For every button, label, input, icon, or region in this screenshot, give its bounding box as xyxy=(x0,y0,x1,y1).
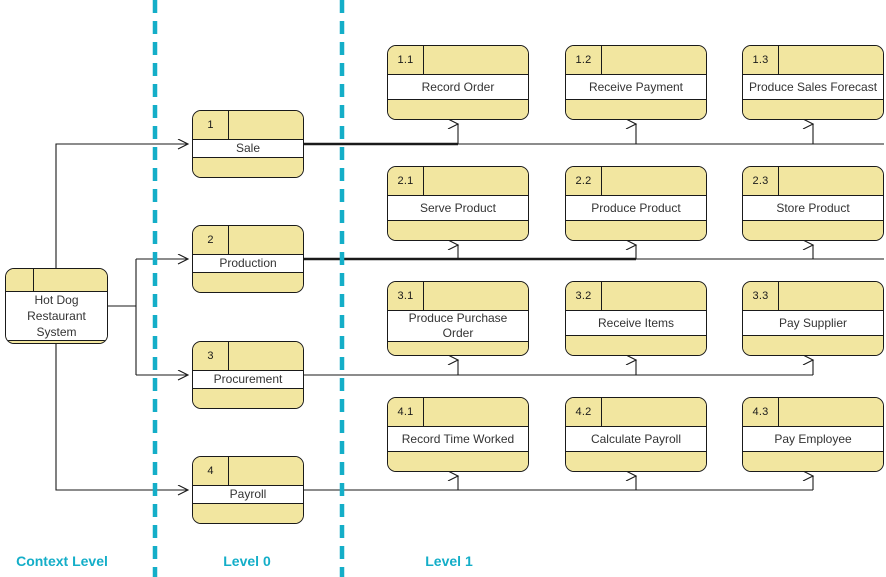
node-number: 1 xyxy=(193,111,229,139)
node-level0-production[interactable]: 2 Production xyxy=(192,225,304,293)
node-header-band: 4.1 xyxy=(388,398,528,427)
node-header-band: 3.3 xyxy=(743,282,883,311)
node-footer-band xyxy=(566,221,706,240)
node-number xyxy=(6,269,34,291)
edge-context-to-sale xyxy=(55,144,188,268)
node-number: 3.3 xyxy=(743,282,779,310)
node-header-band: 2.3 xyxy=(743,167,883,196)
node-label: Produce Sales Forecast xyxy=(743,75,883,100)
node-label-line2: Restaurant System xyxy=(27,309,86,339)
node-level1-pay-employee[interactable]: 4.3 Pay Employee xyxy=(742,397,884,472)
node-footer-band xyxy=(193,158,303,177)
node-header-band: 2.2 xyxy=(566,167,706,196)
node-label: Record Order xyxy=(388,75,528,100)
node-label: Serve Product xyxy=(388,196,528,221)
node-footer-band xyxy=(566,452,706,471)
node-context-system[interactable]: Hot Dog Restaurant System xyxy=(5,268,108,344)
node-label: Production xyxy=(193,255,303,273)
node-label: Sale xyxy=(193,140,303,158)
node-footer-band xyxy=(193,273,303,292)
node-level0-sale[interactable]: 1 Sale xyxy=(192,110,304,178)
node-label: Record Time Worked xyxy=(388,427,528,452)
node-footer-band xyxy=(743,452,883,471)
node-level1-calculate-payroll[interactable]: 4.2 Calculate Payroll xyxy=(565,397,707,472)
node-level1-receive-items[interactable]: 3.2 Receive Items xyxy=(565,281,707,356)
node-footer-band xyxy=(566,336,706,355)
zone-label-context-level: Context Level xyxy=(16,553,108,569)
node-number: 2.2 xyxy=(566,167,602,195)
node-footer-band xyxy=(193,504,303,523)
node-header-band: 3.2 xyxy=(566,282,706,311)
node-number: 1.2 xyxy=(566,46,602,74)
node-label: Receive Payment xyxy=(566,75,706,100)
node-level1-produce-sales-forecast[interactable]: 1.3 Produce Sales Forecast xyxy=(742,45,884,120)
node-level1-produce-product[interactable]: 2.2 Produce Product xyxy=(565,166,707,241)
node-footer-band xyxy=(566,100,706,119)
node-level1-receive-payment[interactable]: 1.2 Receive Payment xyxy=(565,45,707,120)
node-header-band: 2.1 xyxy=(388,167,528,196)
node-label: Calculate Payroll xyxy=(566,427,706,452)
node-header-band: 1 xyxy=(193,111,303,140)
node-header-band: 3.1 xyxy=(388,282,528,311)
node-label: Pay Employee xyxy=(743,427,883,452)
node-footer-band xyxy=(6,341,107,343)
node-label: Produce Product xyxy=(566,196,706,221)
node-number: 4 xyxy=(193,457,229,485)
node-level1-produce-purchase-order[interactable]: 3.1 Produce Purchase Order xyxy=(387,281,529,356)
node-number: 2.3 xyxy=(743,167,779,195)
zone-label-level-1: Level 1 xyxy=(425,553,473,569)
node-footer-band xyxy=(743,221,883,240)
node-level1-record-order[interactable]: 1.1 Record Order xyxy=(387,45,529,120)
node-footer-band xyxy=(193,389,303,408)
node-header-band xyxy=(6,269,107,292)
edge-context-to-payroll xyxy=(55,344,188,490)
node-label-line1: Hot Dog xyxy=(34,293,79,307)
node-number: 1.1 xyxy=(388,46,424,74)
node-header-band: 4 xyxy=(193,457,303,486)
node-footer-band xyxy=(388,342,528,355)
node-footer-band xyxy=(743,336,883,355)
node-label: Hot Dog Restaurant System xyxy=(6,292,107,341)
node-number: 1.3 xyxy=(743,46,779,74)
node-level1-serve-product[interactable]: 2.1 Serve Product xyxy=(387,166,529,241)
node-number: 4.2 xyxy=(566,398,602,426)
node-level1-pay-supplier[interactable]: 3.3 Pay Supplier xyxy=(742,281,884,356)
node-header-band: 3 xyxy=(193,342,303,371)
node-header-band: 1.3 xyxy=(743,46,883,75)
zone-label-level-0: Level 0 xyxy=(223,553,271,569)
node-level1-store-product[interactable]: 2.3 Store Product xyxy=(742,166,884,241)
node-header-band: 2 xyxy=(193,226,303,255)
node-label: Store Product xyxy=(743,196,883,221)
node-label: Receive Items xyxy=(566,311,706,336)
node-label: Pay Supplier xyxy=(743,311,883,336)
node-level1-record-time-worked[interactable]: 4.1 Record Time Worked xyxy=(387,397,529,472)
node-number: 2 xyxy=(193,226,229,254)
node-header-band: 1.1 xyxy=(388,46,528,75)
node-number: 3 xyxy=(193,342,229,370)
node-label: Procurement xyxy=(193,371,303,389)
node-header-band: 4.3 xyxy=(743,398,883,427)
node-number: 2.1 xyxy=(388,167,424,195)
node-footer-band xyxy=(388,452,528,471)
node-label: Produce Purchase Order xyxy=(388,311,528,342)
dfd-canvas: Hot Dog Restaurant System 1 Sale 2 Produ… xyxy=(0,0,886,577)
node-number: 4.1 xyxy=(388,398,424,426)
node-header-band: 1.2 xyxy=(566,46,706,75)
node-header-band: 4.2 xyxy=(566,398,706,427)
node-level0-payroll[interactable]: 4 Payroll xyxy=(192,456,304,524)
node-number: 4.3 xyxy=(743,398,779,426)
node-level0-procurement[interactable]: 3 Procurement xyxy=(192,341,304,409)
node-footer-band xyxy=(388,221,528,240)
node-label: Payroll xyxy=(193,486,303,504)
node-footer-band xyxy=(388,100,528,119)
node-number: 3.2 xyxy=(566,282,602,310)
node-number: 3.1 xyxy=(388,282,424,310)
node-footer-band xyxy=(743,100,883,119)
